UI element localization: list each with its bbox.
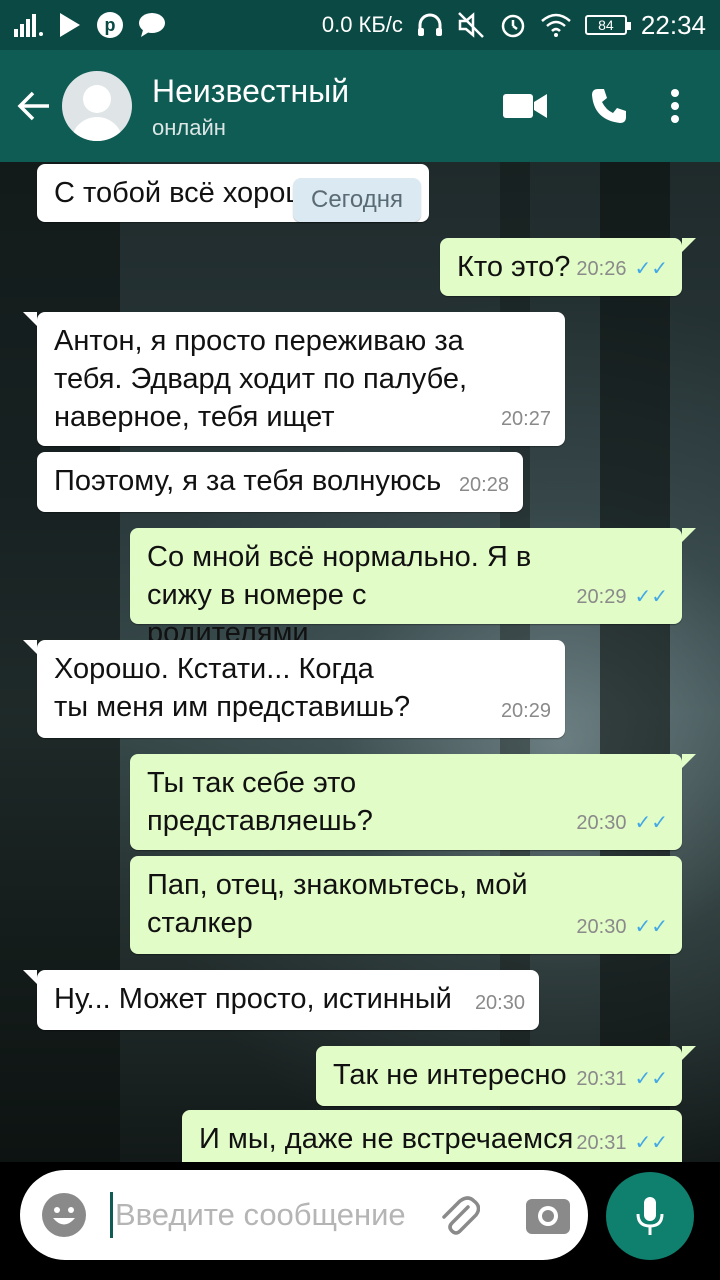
message-incoming[interactable]: Антон, я просто переживаю за тебя. Эдвар… bbox=[23, 312, 565, 446]
battery-indicator: 84 bbox=[584, 15, 631, 35]
clock: 22:34 bbox=[640, 9, 706, 40]
message-text: Ты так себе это представляешь? bbox=[147, 767, 373, 837]
message-time: 20:26 bbox=[576, 258, 627, 280]
read-receipt-icon: ✓✓ bbox=[634, 586, 668, 608]
message-meta: 20:27 bbox=[501, 400, 551, 438]
back-button[interactable] bbox=[6, 50, 62, 162]
more-options-button[interactable] bbox=[670, 88, 680, 124]
wifi-icon bbox=[541, 13, 571, 37]
message-meta: 20:28 bbox=[459, 466, 509, 504]
alarm-icon bbox=[499, 11, 527, 39]
status-bar: p 0.0 КБ/с 84 22:34 bbox=[0, 0, 720, 50]
phone-icon bbox=[592, 89, 626, 123]
message-time: 20:30 bbox=[474, 992, 525, 1014]
message-text: Поэтому, я за тебя волнуюсь bbox=[54, 465, 442, 497]
date-divider: Сегодня bbox=[293, 178, 421, 222]
svg-text:p: p bbox=[105, 15, 116, 35]
attach-button[interactable] bbox=[433, 1193, 483, 1237]
play-store-icon bbox=[58, 12, 82, 38]
microphone-icon bbox=[636, 1197, 664, 1235]
pinterest-icon: p bbox=[96, 11, 124, 39]
mute-icon bbox=[457, 11, 485, 39]
message-meta: 20:29 bbox=[501, 692, 551, 730]
message-text: Пап, отец, знакомьтесь, мой сталкер bbox=[147, 869, 528, 939]
status-left: p bbox=[14, 11, 166, 39]
message-meta: 20:31 ✓✓ bbox=[576, 1124, 668, 1162]
avatar[interactable] bbox=[62, 71, 132, 141]
message-meta: 20:26 ✓✓ bbox=[576, 250, 668, 288]
message-meta: 20:29 ✓✓ bbox=[576, 578, 668, 616]
header-actions bbox=[502, 87, 680, 125]
text-cursor bbox=[110, 1192, 113, 1238]
chat-header: Неизвестный онлайн bbox=[0, 50, 720, 162]
contact-info[interactable]: Неизвестный онлайн bbox=[152, 71, 502, 141]
message-outgoing[interactable]: Со мной всё нормально. Я в сижу в номере… bbox=[130, 528, 696, 649]
message-text: Со мной всё нормально. Я в сижу в номере… bbox=[147, 541, 532, 649]
composer-bar bbox=[0, 1162, 720, 1280]
message-outgoing[interactable]: И мы, даже не встречаемся 20:31 ✓✓ bbox=[182, 1110, 682, 1162]
network-speed: 0.0 КБ/с bbox=[321, 12, 403, 37]
message-time: 20:28 bbox=[458, 474, 509, 496]
message-outgoing[interactable]: Кто это? 20:26 ✓✓ bbox=[440, 238, 696, 296]
message-time: 20:27 bbox=[500, 408, 551, 430]
message-meta: 20:30 bbox=[475, 984, 525, 1022]
message-text: С тобой всё хорош bbox=[54, 177, 309, 209]
message-meta: 20:30 ✓✓ bbox=[576, 804, 668, 842]
camera-icon bbox=[526, 1199, 570, 1234]
message-outgoing[interactable]: Так не интересно 20:31 ✓✓ bbox=[316, 1046, 696, 1106]
headphones-icon bbox=[417, 13, 443, 37]
read-receipt-icon: ✓✓ bbox=[634, 258, 668, 280]
message-text: Кто это? bbox=[457, 251, 571, 283]
message-incoming[interactable]: Ну... Может просто, истинный 20:30 bbox=[23, 970, 539, 1030]
message-incoming[interactable]: Поэтому, я за тебя волнуюсь 20:28 bbox=[37, 452, 523, 512]
composer bbox=[20, 1170, 588, 1260]
message-meta: 20:31 ✓✓ bbox=[576, 1060, 668, 1098]
message-text: И мы, даже не встречаемся bbox=[199, 1123, 574, 1155]
message-input[interactable] bbox=[115, 1197, 415, 1233]
contact-status: онлайн bbox=[152, 115, 226, 140]
read-receipt-icon: ✓✓ bbox=[634, 1132, 668, 1154]
arrow-left-icon bbox=[17, 91, 49, 121]
smiley-icon bbox=[42, 1193, 86, 1237]
read-receipt-icon: ✓✓ bbox=[634, 812, 668, 834]
paperclip-icon bbox=[442, 1196, 480, 1235]
message-time: 20:30 bbox=[576, 916, 627, 938]
more-vert-icon bbox=[671, 89, 679, 123]
video-call-button[interactable] bbox=[502, 91, 548, 121]
message-outgoing[interactable]: Ты так себе это представляешь? 20:30 ✓✓ bbox=[130, 754, 696, 850]
status-right: 0.0 КБ/с 84 22:34 bbox=[322, 10, 706, 41]
message-time: 20:31 bbox=[576, 1132, 627, 1154]
message-text: Ну... Может просто, истинный bbox=[54, 983, 452, 1015]
message-meta: 20:30 ✓✓ bbox=[576, 908, 668, 946]
read-receipt-icon: ✓✓ bbox=[634, 916, 668, 938]
video-camera-icon bbox=[503, 94, 547, 118]
message-time: 20:31 bbox=[576, 1068, 627, 1090]
message-time: 20:30 bbox=[576, 812, 627, 834]
read-receipt-icon: ✓✓ bbox=[634, 1068, 668, 1090]
chat-bubble-icon bbox=[138, 12, 166, 38]
message-incoming[interactable]: Хорошо. Кстати... Когда ты меня им предс… bbox=[23, 640, 565, 738]
camera-button[interactable] bbox=[523, 1195, 573, 1235]
message-text: Антон, я просто переживаю за тебя. Эдвар… bbox=[54, 325, 468, 433]
voice-call-button[interactable] bbox=[590, 87, 628, 125]
message-time: 20:29 bbox=[500, 700, 551, 722]
message-text: Хорошо. Кстати... Когда ты меня им предс… bbox=[54, 653, 411, 723]
message-text: Так не интересно bbox=[333, 1059, 567, 1091]
emoji-button[interactable] bbox=[40, 1191, 88, 1239]
signal-icon bbox=[14, 13, 44, 37]
chat-area[interactable]: С тобой всё хорош Сегодня Кто это? 20:26… bbox=[0, 162, 720, 1162]
contact-name: Неизвестный bbox=[152, 73, 350, 109]
background-tree bbox=[600, 162, 670, 1162]
message-time: 20:29 bbox=[576, 586, 627, 608]
voice-record-button[interactable] bbox=[606, 1172, 694, 1260]
message-outgoing[interactable]: Пап, отец, знакомьтесь, мой сталкер 20:3… bbox=[130, 856, 682, 954]
